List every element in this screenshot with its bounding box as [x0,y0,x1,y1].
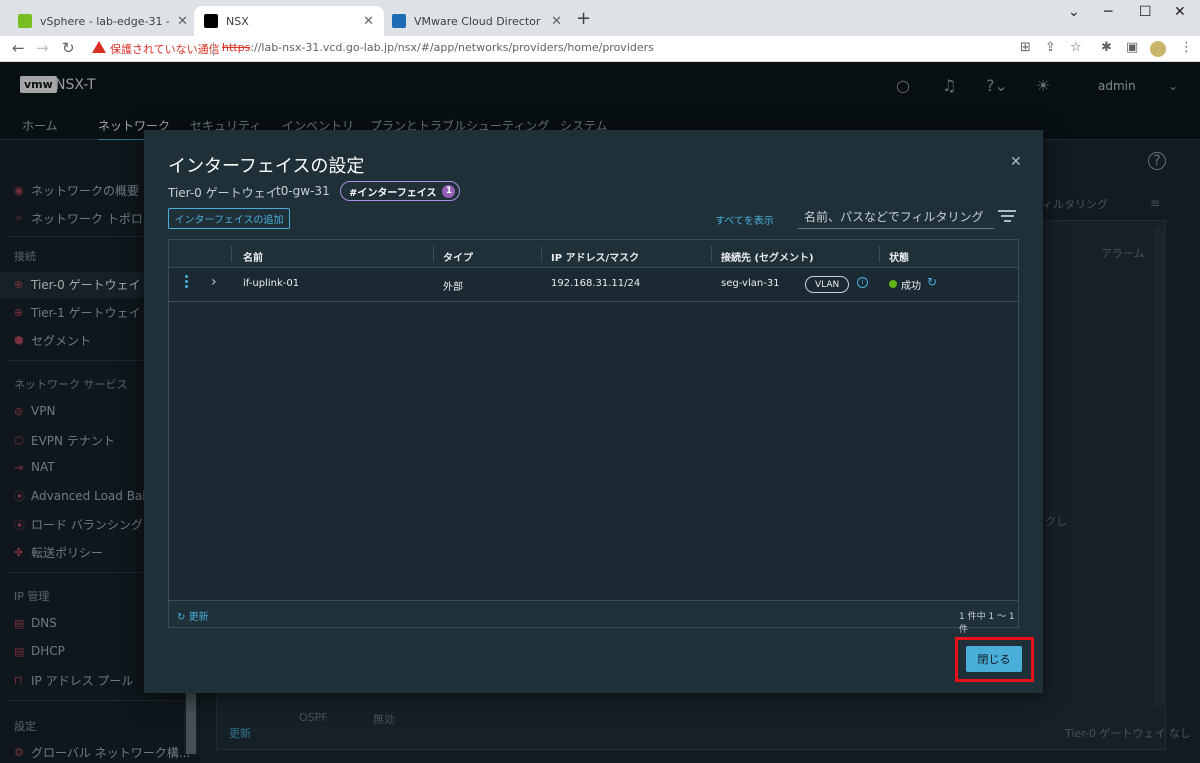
table-row[interactable]: › if-uplink-01 外部 192.168.31.11/24 seg-v… [169,268,1018,302]
url-separator [213,42,214,56]
refresh-icon: ↻ [177,612,189,623]
badge-count: 1 [442,184,456,198]
close-tab-icon[interactable]: ✕ [551,14,562,29]
menu-icon[interactable]: ⋮ [1180,40,1193,55]
status-refresh-icon[interactable]: ↻ [927,275,937,289]
tab-title: vSphere - lab-edge-31 - サマリ [40,15,169,28]
show-all-link[interactable]: すべてを表示 [715,212,774,227]
interface-settings-modal: インターフェイスの設定 ✕ Tier-0 ゲートウェイ t0-gw-31 #イン… [144,130,1043,693]
reload-icon[interactable]: ↻ [62,39,75,57]
minimize-icon[interactable]: ─ [1104,4,1112,20]
interface-segment: seg-vlan-31 [721,278,780,289]
maximize-icon[interactable]: ☐ [1139,4,1152,20]
profile-avatar-icon[interactable] [1150,41,1166,57]
filter-icon[interactable] [998,210,1016,225]
grid-footer: ↻ 更新 1 件中 1 ～ 1 件 [169,600,1018,635]
sidepanel-icon[interactable]: ▣ [1126,40,1138,55]
close-icon[interactable]: ✕ [1010,154,1022,170]
warning-icon[interactable] [92,41,106,53]
tab-title: NSX [226,14,249,28]
new-tab-icon[interactable]: + [576,8,591,29]
interface-count-badge: #インターフェイス 1 [340,181,461,201]
tab-title: VMware Cloud Director - 外部ネ [414,15,543,28]
badge-label: #インターフェイス [349,187,437,199]
info-icon[interactable]: i [857,277,868,288]
column-header-type[interactable]: タイプ [443,249,473,264]
close-button[interactable]: 閉じる [966,646,1022,672]
grid-refresh[interactable]: ↻ 更新 [177,608,209,623]
interface-ip: 192.168.31.11/24 [551,278,641,289]
translate-icon[interactable]: ⊞ [1020,40,1031,55]
expand-chevron-icon[interactable]: › [211,274,217,290]
url-path: ://lab-nsx-31.vcd.go-lab.jp/nsx/#/app/ne… [250,41,654,54]
browser-tab-bar: vSphere - lab-edge-31 - サマリ ✕ NSX ✕ VMwa… [0,0,1200,36]
interfaces-grid: 名前 タイプ IP アドレス/マスク 接続先 (セグメント) 状態 › if-u… [168,239,1019,635]
column-separator [433,246,434,262]
column-header-ip[interactable]: IP アドレス/マスク [551,249,639,264]
grid-header: 名前 タイプ IP アドレス/マスク 接続先 (セグメント) 状態 [169,240,1018,268]
back-icon[interactable]: ← [12,39,25,57]
filter-input[interactable] [798,206,994,229]
row-count: 1 件中 1 ～ 1 件 [959,612,1015,635]
column-separator [879,246,880,262]
insecure-label[interactable]: 保護されていない通信 [110,41,220,57]
browser-tab-nsx[interactable]: NSX ✕ [194,6,384,36]
extensions-icon[interactable]: ✱ [1101,40,1112,55]
url-text[interactable]: https://lab-nsx-31.vcd.go-lab.jp/nsx/#/a… [222,41,654,54]
bookmark-star-icon[interactable]: ☆ [1070,40,1082,55]
close-tab-icon[interactable]: ✕ [177,14,188,29]
close-tab-icon[interactable]: ✕ [363,14,374,29]
forward-icon[interactable]: → [36,39,49,57]
interface-name: if-uplink-01 [243,278,300,289]
vsphere-favicon-icon [18,14,32,28]
close-window-icon[interactable]: ✕ [1174,4,1186,20]
tab-search-icon[interactable]: ⌄ [1068,4,1080,20]
vcd-favicon-icon [392,14,406,28]
interface-status: 成功 [901,281,921,292]
column-header-segment[interactable]: 接続先 (セグメント) [721,249,814,264]
gateway-type-label: Tier-0 ゲートウェイ [168,186,278,200]
column-separator [541,246,542,262]
address-bar: ← → ↻ 保護されていない通信 https://lab-nsx-31.vcd.… [0,36,1200,62]
browser-tab-vsphere[interactable]: vSphere - lab-edge-31 - サマリ ✕ [8,6,198,36]
modal-title: インターフェイスの設定 [168,156,365,177]
row-actions-icon[interactable] [183,275,191,290]
column-separator [231,246,232,262]
nsx-favicon-icon [204,14,218,28]
url-protocol: https [222,41,251,54]
refresh-label: 更新 [188,612,209,623]
column-separator [711,246,712,262]
gateway-name: t0-gw-31 [276,184,330,198]
share-icon[interactable]: ⇪ [1045,40,1056,55]
vlan-tag: VLAN [805,276,850,293]
interface-type: 外部 [443,282,463,293]
add-interface-button[interactable]: インターフェイスの追加 [168,208,290,229]
browser-tab-vcd[interactable]: VMware Cloud Director - 外部ネ ✕ [382,6,572,36]
status-success-icon [889,280,897,288]
column-header-status[interactable]: 状態 [889,249,909,264]
column-header-name[interactable]: 名前 [243,249,263,264]
